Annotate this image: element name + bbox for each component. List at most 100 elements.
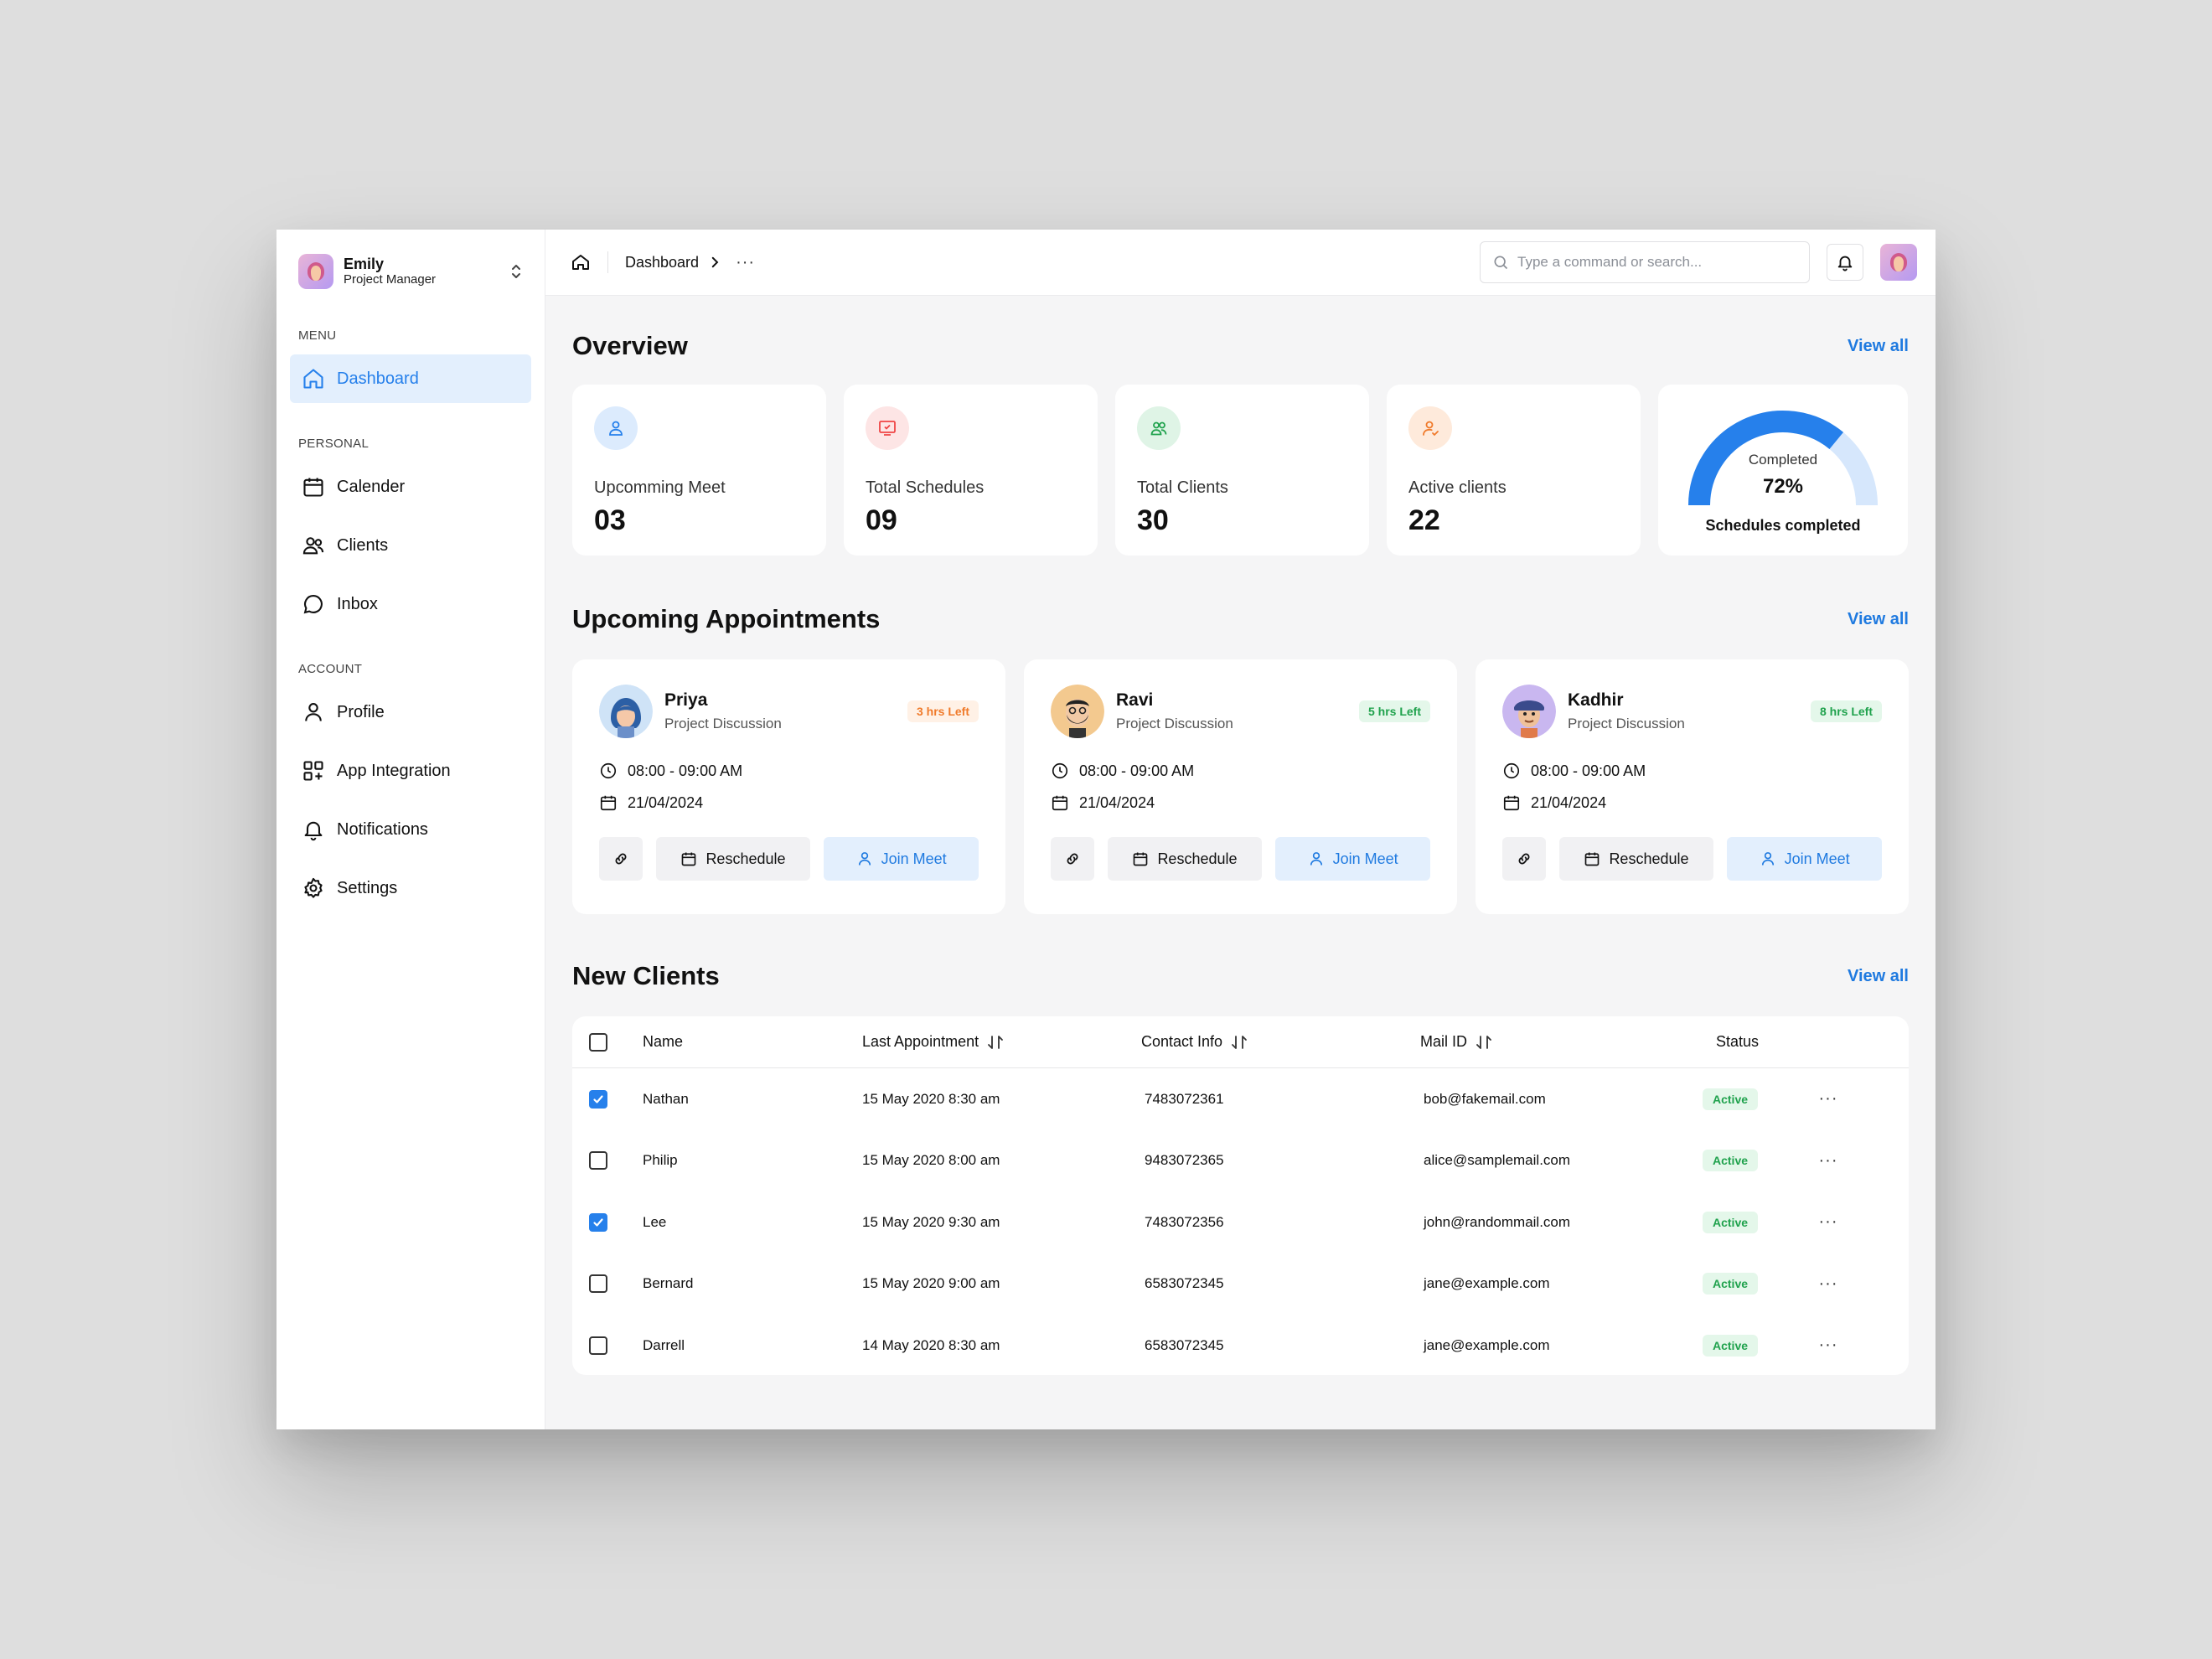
user-icon	[858, 852, 871, 866]
check-icon	[593, 1218, 603, 1227]
client-mail: john@randommail.com	[1424, 1213, 1571, 1230]
table-row[interactable]: Philip 15 May 2020 8:00 am 9483072365 alice…	[572, 1130, 1909, 1192]
appointment-topic: Project Discussion	[1116, 716, 1233, 731]
appointment-card: Kadhir Project Discussion 8 hrs Left 08:…	[1476, 659, 1909, 914]
client-name: Nathan	[643, 1090, 689, 1107]
row-more-button[interactable]: ···	[1803, 1274, 1853, 1294]
sidebar-item-label: Dashboard	[337, 369, 419, 388]
sidebar-item-label: App Integration	[337, 761, 451, 780]
column-header-last-appointment[interactable]: Last Appointment	[862, 1033, 1141, 1051]
join-meet-button[interactable]: Join Meet	[824, 837, 979, 881]
bell-icon	[1837, 256, 1853, 271]
gauge-percent: 72%	[1762, 475, 1804, 498]
link-icon	[615, 853, 627, 865]
row-checkbox[interactable]	[589, 1212, 607, 1232]
client-last-appointment: 15 May 2020 8:00 am	[862, 1152, 1000, 1169]
overview-view-all-link[interactable]: View all	[1848, 337, 1909, 356]
stat-card-upcoming-meet: Upcomming Meet 03	[572, 385, 826, 556]
appointment-date: 21/04/2024	[628, 793, 704, 811]
grid-plus-icon	[303, 761, 323, 781]
breadcrumb-more[interactable]: ···	[736, 253, 755, 272]
gauge-subtitle: Schedules completed	[1705, 517, 1861, 534]
notifications-button[interactable]	[1827, 244, 1863, 281]
join-meet-label: Join Meet	[1784, 850, 1850, 867]
copy-link-button[interactable]	[599, 837, 643, 881]
sidebar-item-profile[interactable]: Profile	[290, 688, 531, 736]
sidebar-item-settings[interactable]: Settings	[290, 864, 531, 912]
column-header-name[interactable]: Name	[643, 1033, 862, 1051]
row-more-button[interactable]: ···	[1803, 1336, 1853, 1355]
reschedule-button[interactable]: Reschedule	[655, 837, 811, 881]
sort-icon[interactable]	[1476, 1035, 1492, 1050]
user-icon	[305, 703, 322, 721]
row-more-button[interactable]: ···	[1803, 1212, 1853, 1232]
row-checkbox[interactable]	[589, 1336, 607, 1355]
stat-icon-bg	[594, 406, 638, 450]
stat-label: Upcomming Meet	[594, 478, 726, 497]
sidebar: Emily Project Manager MENU Dashboard PER…	[276, 230, 545, 1429]
reschedule-button[interactable]: Reschedule	[1107, 837, 1263, 881]
stat-value: 30	[1137, 504, 1169, 536]
appointment-card: Priya Project Discussion 3 hrs Left 08:0…	[572, 659, 1005, 914]
chevron-updown-icon[interactable]	[508, 261, 525, 282]
client-name: Philip	[643, 1152, 678, 1169]
table-row[interactable]: Darrell 14 May 2020 8:30 am 6583072345 jane…	[572, 1315, 1909, 1377]
copy-link-button[interactable]	[1051, 837, 1094, 881]
clients-view-all-link[interactable]: View all	[1848, 967, 1909, 986]
check-icon	[593, 1095, 603, 1103]
sidebar-item-label: Profile	[337, 702, 385, 721]
sidebar-item-clients[interactable]: Clients	[290, 521, 531, 570]
table-header: Name Last Appointment Contact Info Mail …	[572, 1016, 1909, 1068]
appointments-title: Upcoming Appointments	[572, 604, 881, 633]
row-more-button[interactable]: ···	[1803, 1151, 1853, 1171]
column-header-contact-info[interactable]: Contact Info	[1141, 1033, 1420, 1051]
table-row[interactable]: Nathan 15 May 2020 8:30 am 7483072361 bob@f…	[572, 1068, 1909, 1130]
appointment-date: 21/04/2024	[1531, 793, 1607, 811]
client-last-appointment: 15 May 2020 8:30 am	[862, 1090, 1000, 1107]
search-input[interactable]	[1517, 254, 1786, 271]
copy-link-button[interactable]	[1502, 837, 1546, 881]
calendar-icon	[1585, 852, 1600, 866]
appointment-time: 08:00 - 09:00 AM	[1079, 762, 1195, 779]
stat-icon-bg	[866, 406, 909, 450]
select-all-checkbox[interactable]	[589, 1032, 607, 1052]
column-header-mail-id[interactable]: Mail ID	[1420, 1033, 1703, 1051]
sidebar-item-label: Notifications	[337, 819, 428, 839]
breadcrumb[interactable]: Dashboard	[625, 254, 699, 271]
search-icon	[1494, 256, 1508, 270]
sidebar-item-calender[interactable]: Calender	[290, 463, 531, 511]
sidebar-item-inbox[interactable]: Inbox	[290, 580, 531, 628]
account-section-label: ACCOUNT	[298, 662, 363, 676]
reschedule-button[interactable]: Reschedule	[1558, 837, 1714, 881]
sort-icon[interactable]	[1231, 1035, 1248, 1050]
user-switcher[interactable]: Emily Project Manager	[290, 250, 531, 293]
appointment-time: 08:00 - 09:00 AM	[1531, 762, 1646, 779]
chevron-right-icon	[711, 256, 719, 268]
row-checkbox[interactable]	[589, 1089, 607, 1109]
join-meet-button[interactable]: Join Meet	[1275, 837, 1430, 881]
appointment-time: 08:00 - 09:00 AM	[628, 762, 743, 779]
search-box[interactable]	[1480, 241, 1810, 283]
sidebar-item-notifications[interactable]: Notifications	[290, 805, 531, 854]
client-last-appointment: 15 May 2020 9:30 am	[862, 1213, 1000, 1230]
appointment-topic: Project Discussion	[1568, 716, 1685, 731]
avatar[interactable]	[1880, 244, 1917, 281]
row-more-button[interactable]: ···	[1803, 1089, 1853, 1109]
appointment-name: Ravi	[1116, 690, 1154, 710]
sidebar-item-app-integration[interactable]: App Integration	[290, 747, 531, 795]
users-icon	[1150, 421, 1167, 436]
client-last-appointment: 14 May 2020 8:30 am	[862, 1336, 1000, 1353]
row-checkbox[interactable]	[589, 1274, 607, 1294]
sidebar-item-dashboard[interactable]: Dashboard	[290, 354, 531, 403]
stat-icon-bg	[1408, 406, 1452, 450]
home-icon[interactable]	[571, 252, 591, 272]
row-checkbox[interactable]	[589, 1151, 607, 1171]
table-row[interactable]: Lee 15 May 2020 9:30 am 7483072356 john@ran…	[572, 1191, 1909, 1253]
table-row[interactable]: Bernard 15 May 2020 9:00 am 6583072345 jane…	[572, 1253, 1909, 1315]
sort-icon[interactable]	[987, 1035, 1004, 1050]
appointments-view-all-link[interactable]: View all	[1848, 610, 1909, 629]
join-meet-button[interactable]: Join Meet	[1727, 837, 1882, 881]
appointment-name: Priya	[664, 690, 708, 710]
status-badge: Active	[1703, 1273, 1759, 1295]
link-icon	[1067, 853, 1078, 865]
